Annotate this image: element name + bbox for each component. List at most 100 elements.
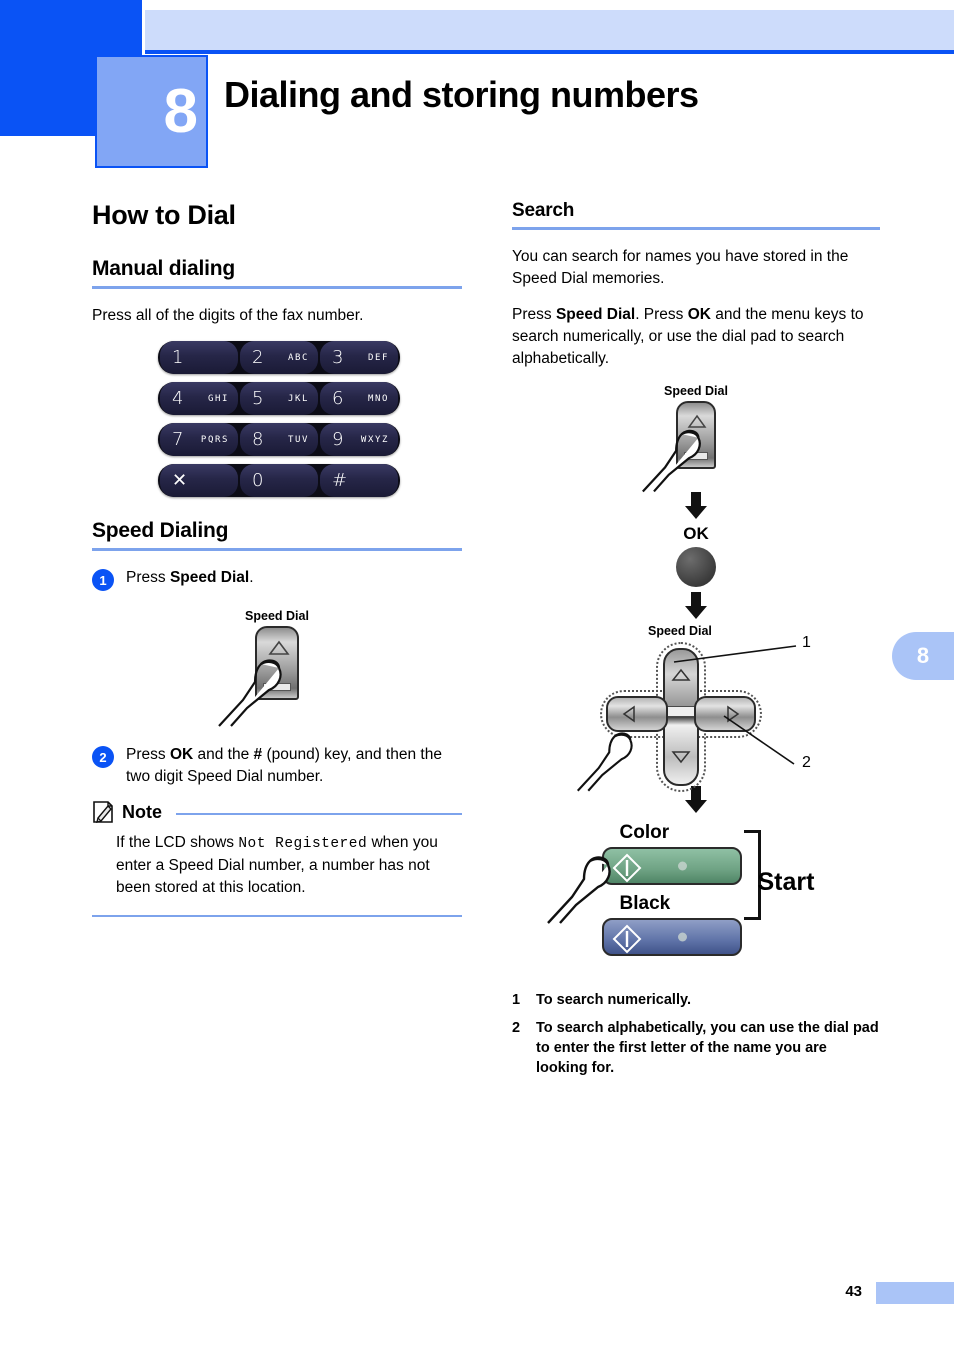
flow-arrow-2 xyxy=(685,592,707,619)
keypad-key-3[interactable]: 3 DEF xyxy=(320,341,398,374)
step-1-bold: Speed Dial xyxy=(169,569,250,586)
keypad-key-digit: ✕ xyxy=(172,470,188,491)
search-paragraph-1: You can search for names you have stored… xyxy=(512,248,849,287)
callout-2: 2 xyxy=(802,754,811,771)
black-button-led xyxy=(677,932,687,942)
footnotes: 1 To search numerically. 2 To search alphab… xyxy=(512,990,880,1078)
note-block: Note If the LCD shows Not Registered whe… xyxy=(92,800,462,917)
step-2-bold1: OK xyxy=(169,746,194,763)
color-button-label: Color xyxy=(619,822,670,843)
note-body: If the LCD shows Not Registered when you… xyxy=(116,832,462,899)
keypad-row: 4 GHI 5 JKL 6 MNO xyxy=(158,382,400,415)
note-header-line xyxy=(176,813,462,815)
diagram-ok-label: OK xyxy=(683,524,709,543)
divider-manual-dialing xyxy=(92,286,462,289)
heading-speed-dialing: Speed Dialing xyxy=(92,519,229,542)
footer-accent-block xyxy=(876,1282,954,1304)
note-lcd-message: Not Registered xyxy=(238,836,368,852)
finger-pointer-icon xyxy=(218,659,282,727)
note-pencil-icon xyxy=(93,801,113,823)
keypad-key-letters: ABC xyxy=(287,352,309,363)
footnote: 2 To search alphabetically, you can use t… xyxy=(512,1018,880,1078)
divider-speed-dialing xyxy=(92,548,462,551)
keypad-key-hash[interactable]: # xyxy=(320,464,398,497)
keypad-key-6[interactable]: 6 MNO xyxy=(320,382,398,415)
chapter-number-box: 8 xyxy=(95,55,208,168)
finger-pointer-icon xyxy=(576,732,633,792)
step-1: 1 Press Speed Dial. xyxy=(92,567,462,591)
keypad-key-digit: 2 xyxy=(252,347,264,368)
keypad-key-7[interactable]: 7 PQRS xyxy=(160,423,238,456)
note-title: Note xyxy=(122,801,162,822)
step-1-text: Press Speed Dial. xyxy=(126,567,254,591)
keypad-key-8[interactable]: 8 TUV xyxy=(240,423,318,456)
step-2-part2: and the xyxy=(193,746,254,763)
triangle-right-icon xyxy=(727,705,740,723)
footnote-text: To search numerically. xyxy=(536,992,691,1008)
keypad-key-letters: JKL xyxy=(287,393,309,404)
note-bottom-rule xyxy=(92,914,462,917)
step-1-suffix: . xyxy=(249,569,254,586)
keypad-key-letters: TUV xyxy=(287,434,309,445)
search-p2-bold1: Speed Dial xyxy=(555,306,636,323)
chapter-number: 8 xyxy=(163,76,198,146)
ok-key-graphic xyxy=(676,547,716,587)
triangle-down-icon xyxy=(671,751,691,764)
heading-manual-dialing: Manual dialing xyxy=(92,257,236,280)
search-flow-diagram: Speed Dial OK Speed Dial 1 2 Color Black… xyxy=(512,384,880,964)
footnote-number: 1 xyxy=(512,992,521,1008)
diagram-speed-dial-label: Speed Dial xyxy=(664,384,728,398)
keypad-key-star[interactable]: ✕ xyxy=(160,464,238,497)
step-2: 2 Press OK and the # (pound) key, and th… xyxy=(92,744,462,788)
chapter-side-tab: 8 xyxy=(892,632,954,680)
keypad-row: ✕ 0 # xyxy=(158,464,400,497)
keypad-key-digit: 1 xyxy=(172,347,184,368)
keypad-key-letters: PQRS xyxy=(200,434,229,445)
search-p2-part1: Press xyxy=(512,306,556,323)
keypad-row: 1 2 ABC 3 DEF xyxy=(158,341,400,374)
finger-pointer-icon xyxy=(642,429,701,493)
keypad-key-letters: MNO xyxy=(367,393,389,404)
keypad-key-digit: 4 xyxy=(172,388,184,409)
keypad-key-digit: 7 xyxy=(172,429,184,450)
color-button-led xyxy=(677,861,687,871)
keypad-key-4[interactable]: 4 GHI xyxy=(160,382,238,415)
search-p2-bold2: OK xyxy=(687,306,711,323)
speed-dial-illustration: Speed Dial xyxy=(92,609,462,727)
keypad-row: 7 PQRS 8 TUV 9 WXYZ xyxy=(158,423,400,456)
keypad-key-digit: 5 xyxy=(252,388,264,409)
keypad-key-5[interactable]: 5 JKL xyxy=(240,382,318,415)
keypad-key-digit: # xyxy=(332,470,348,491)
manual-page: 8 Dialing and storing numbers How to Dia… xyxy=(0,0,954,1348)
manual-dialing-body: Press all of the digits of the fax numbe… xyxy=(92,307,364,324)
page-number: 43 xyxy=(845,1283,862,1300)
right-column: Search You can search for names you have… xyxy=(512,200,880,1086)
navigation-key-cluster: Speed Dial xyxy=(576,624,769,792)
step-2-text: Press OK and the # (pound) key, and then… xyxy=(126,744,462,788)
dial-pad-illustration: 1 2 ABC 3 DEF 4 GHI 5 JKL 6 MNO 7 PQRS 8 TUV 9 WXYZ ✕ 0 # xyxy=(158,341,400,497)
keypad-key-2[interactable]: 2 ABC xyxy=(240,341,318,374)
search-p2-part2: . Press xyxy=(635,306,688,323)
page-title: Dialing and storing numbers xyxy=(224,74,699,115)
nav-right-key xyxy=(694,696,756,732)
search-paragraph-2: Press Speed Dial. Press OK and the menu … xyxy=(512,304,880,370)
step-1-number: 1 xyxy=(92,569,114,591)
triangle-up-icon xyxy=(671,668,691,681)
finger-pointer-icon xyxy=(546,856,611,924)
keypad-key-digit: 3 xyxy=(332,347,344,368)
footnote-text: To search alphabetically, you can use th… xyxy=(536,1020,879,1076)
header-band xyxy=(145,10,954,50)
keypad-key-letters: GHI xyxy=(207,393,229,404)
start-group-label: Start xyxy=(757,868,815,896)
footnote: 1 To search numerically. xyxy=(512,990,880,1010)
keypad-key-1[interactable]: 1 xyxy=(160,341,238,374)
keypad-key-0[interactable]: 0 xyxy=(240,464,318,497)
callout-1: 1 xyxy=(802,634,811,651)
keypad-key-9[interactable]: 9 WXYZ xyxy=(320,423,398,456)
keypad-key-letters: WXYZ xyxy=(360,434,389,445)
speed-dial-button-label: Speed Dial xyxy=(245,609,309,623)
keypad-key-digit: 6 xyxy=(332,388,344,409)
step-2-bold2: # xyxy=(253,746,263,763)
heading-search: Search xyxy=(512,200,575,221)
step-1-prefix: Press xyxy=(126,569,170,586)
